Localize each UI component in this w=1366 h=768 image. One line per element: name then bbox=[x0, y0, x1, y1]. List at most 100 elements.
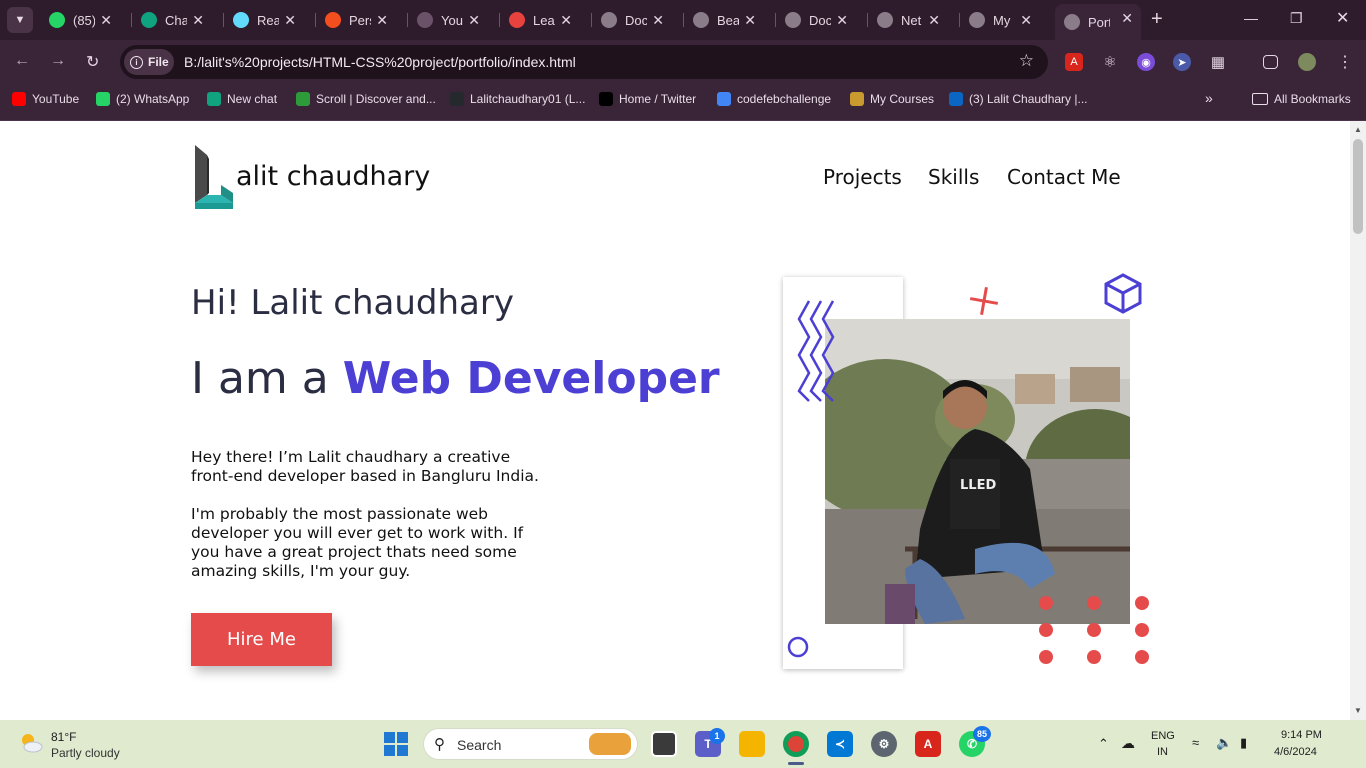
browser-tab[interactable]: My ✕ bbox=[960, 6, 1040, 34]
close-tab-icon[interactable]: ✕ bbox=[836, 12, 848, 29]
bookmark-label: YouTube bbox=[32, 92, 80, 106]
page-scrollbar[interactable]: ▲ ▼ bbox=[1350, 121, 1366, 720]
volume-icon[interactable]: 🔈 bbox=[1216, 735, 1232, 751]
close-tab-icon[interactable]: ✕ bbox=[1121, 10, 1133, 27]
browser-tab[interactable]: Lea ✕ bbox=[500, 6, 580, 34]
chrome-active-indicator bbox=[788, 762, 804, 765]
close-window-button[interactable]: ✕ bbox=[1336, 8, 1349, 28]
browser-tab[interactable]: Cha ✕ bbox=[132, 6, 212, 34]
react-devtools-icon[interactable]: ⚛ bbox=[1101, 53, 1119, 71]
teams-badge: 1 bbox=[709, 728, 725, 744]
bookmark-item[interactable]: Scroll | Discover and... bbox=[296, 92, 436, 106]
weather-temperature[interactable]: 81°F bbox=[51, 730, 76, 744]
address-bar[interactable]: i File B:/lalit's%20projects/HTML-CSS%20… bbox=[120, 45, 1048, 79]
windows-start-icon[interactable] bbox=[384, 732, 408, 756]
hire-me-button[interactable]: Hire Me bbox=[191, 613, 332, 666]
site-logo[interactable] bbox=[193, 145, 235, 209]
headline-prefix: I am a bbox=[191, 353, 329, 404]
file-explorer-icon[interactable] bbox=[739, 731, 765, 757]
bookmark-item[interactable]: New chat bbox=[207, 92, 277, 106]
battery-icon[interactable]: ▮ bbox=[1240, 735, 1247, 751]
scroll-up-icon[interactable]: ▲ bbox=[1354, 125, 1362, 134]
restore-button[interactable]: ❐ bbox=[1290, 10, 1303, 27]
back-icon[interactable]: ← bbox=[14, 52, 30, 70]
bookmark-item[interactable]: (3) Lalit Chaudhary |... bbox=[949, 92, 1088, 106]
reload-icon[interactable]: ↻ bbox=[86, 52, 99, 72]
extension-icon[interactable]: ◉ bbox=[1137, 53, 1155, 71]
nav-contact[interactable]: Contact Me bbox=[1007, 165, 1121, 189]
vscode-icon[interactable]: ≺ bbox=[827, 731, 853, 757]
tab-title: Doc bbox=[625, 12, 647, 28]
bookmark-item[interactable]: My Courses bbox=[850, 92, 934, 106]
scroll-thumb[interactable] bbox=[1353, 139, 1363, 234]
url-text[interactable]: B:/lalit's%20projects/HTML-CSS%20project… bbox=[184, 54, 576, 70]
close-tab-icon[interactable]: ✕ bbox=[928, 12, 940, 29]
browser-tab[interactable]: Doc ✕ bbox=[776, 6, 856, 34]
chrome-icon[interactable] bbox=[783, 731, 809, 757]
browser-tab[interactable]: Bea ✕ bbox=[684, 6, 764, 34]
close-tab-icon[interactable]: ✕ bbox=[652, 12, 664, 29]
new-tab-button[interactable]: + bbox=[1151, 9, 1163, 29]
side-panel-icon[interactable] bbox=[1263, 55, 1278, 69]
site-info-chip[interactable]: i File bbox=[124, 49, 174, 75]
bookmark-item[interactable]: Lalitchaudhary01 (L... bbox=[450, 92, 585, 106]
browser-tab[interactable]: Doc ✕ bbox=[592, 6, 672, 34]
more-bookmarks-icon[interactable]: » bbox=[1205, 90, 1213, 106]
tray-overflow-icon[interactable]: ⌃ bbox=[1098, 736, 1109, 752]
browser-tab[interactable]: Rea ✕ bbox=[224, 6, 304, 34]
close-tab-icon[interactable]: ✕ bbox=[284, 12, 296, 29]
language-bottom[interactable]: IN bbox=[1157, 746, 1168, 758]
all-bookmarks-button[interactable]: All Bookmarks bbox=[1252, 92, 1351, 106]
close-tab-icon[interactable]: ✕ bbox=[560, 12, 572, 29]
pdf-extension-icon[interactable]: A bbox=[1065, 53, 1083, 71]
language-top[interactable]: ENG bbox=[1151, 730, 1175, 742]
tab-strip: ▼ (85) ✕ Cha ✕ Rea ✕ Pers ✕ You ✕ Lea ✕ Doc ✕ Bea ✕ Doc ✕… bbox=[0, 0, 1366, 40]
cursor-extension-icon[interactable]: ➤ bbox=[1173, 53, 1191, 71]
close-tab-icon[interactable]: ✕ bbox=[468, 12, 480, 29]
clock-time[interactable]: 9:14 PM bbox=[1281, 729, 1322, 741]
taskbar-search[interactable]: ⚲ Search bbox=[423, 728, 638, 760]
dot bbox=[1135, 623, 1149, 637]
scroll-down-icon[interactable]: ▼ bbox=[1354, 706, 1362, 715]
all-bookmarks-label: All Bookmarks bbox=[1274, 92, 1351, 106]
close-tab-icon[interactable]: ✕ bbox=[1020, 12, 1032, 29]
close-tab-icon[interactable]: ✕ bbox=[192, 12, 204, 29]
brand-name[interactable]: alit chaudhary bbox=[236, 161, 430, 192]
browser-tab[interactable]: (85) ✕ bbox=[40, 6, 120, 34]
forward-icon[interactable]: → bbox=[50, 52, 66, 70]
close-tab-icon[interactable]: ✕ bbox=[100, 12, 112, 29]
globe-icon bbox=[693, 12, 709, 28]
clock-date[interactable]: 4/6/2024 bbox=[1274, 746, 1317, 758]
close-tab-icon[interactable]: ✕ bbox=[376, 12, 388, 29]
nav-projects[interactable]: Projects bbox=[823, 165, 902, 189]
search-label: Search bbox=[457, 737, 502, 753]
extensions-puzzle-icon[interactable]: ▦ bbox=[1209, 53, 1227, 71]
tab-title: Pers bbox=[349, 12, 371, 28]
task-view-icon[interactable] bbox=[651, 731, 677, 757]
minimize-button[interactable]: — bbox=[1244, 10, 1258, 26]
leetcode-icon bbox=[509, 12, 525, 28]
nav-skills[interactable]: Skills bbox=[928, 165, 979, 189]
bookmark-item[interactable]: YouTube bbox=[12, 92, 79, 106]
page-viewport: alit chaudhary Projects Skills Contact M… bbox=[0, 121, 1350, 720]
bookmark-item[interactable]: codefebchallenge bbox=[717, 92, 831, 106]
bookmark-label: Home / Twitter bbox=[619, 92, 697, 106]
settings-icon[interactable]: ⚙ bbox=[871, 731, 897, 757]
browser-tab[interactable]: Port ✕ bbox=[1055, 4, 1141, 40]
tab-search-button[interactable]: ▼ bbox=[7, 7, 33, 33]
tab-title: Rea bbox=[257, 12, 279, 28]
wifi-icon[interactable]: ≈ bbox=[1192, 735, 1199, 750]
bookmark-star-icon[interactable]: ☆ bbox=[1019, 51, 1034, 71]
acrobat-icon[interactable]: A bbox=[915, 731, 941, 757]
partly-cloudy-icon[interactable] bbox=[18, 730, 44, 756]
bookmark-item[interactable]: (2) WhatsApp bbox=[96, 92, 189, 106]
browser-tab[interactable]: Net ✕ bbox=[868, 6, 948, 34]
browser-tab[interactable]: You ✕ bbox=[408, 6, 488, 34]
weather-description[interactable]: Partly cloudy bbox=[51, 746, 120, 760]
browser-tab[interactable]: Pers ✕ bbox=[316, 6, 396, 34]
more-menu-icon[interactable]: ⋮ bbox=[1336, 53, 1354, 71]
bookmark-item[interactable]: Home / Twitter bbox=[599, 92, 696, 106]
close-tab-icon[interactable]: ✕ bbox=[744, 12, 756, 29]
profile-avatar[interactable] bbox=[1298, 53, 1316, 71]
onedrive-icon[interactable]: ☁ bbox=[1121, 735, 1135, 752]
